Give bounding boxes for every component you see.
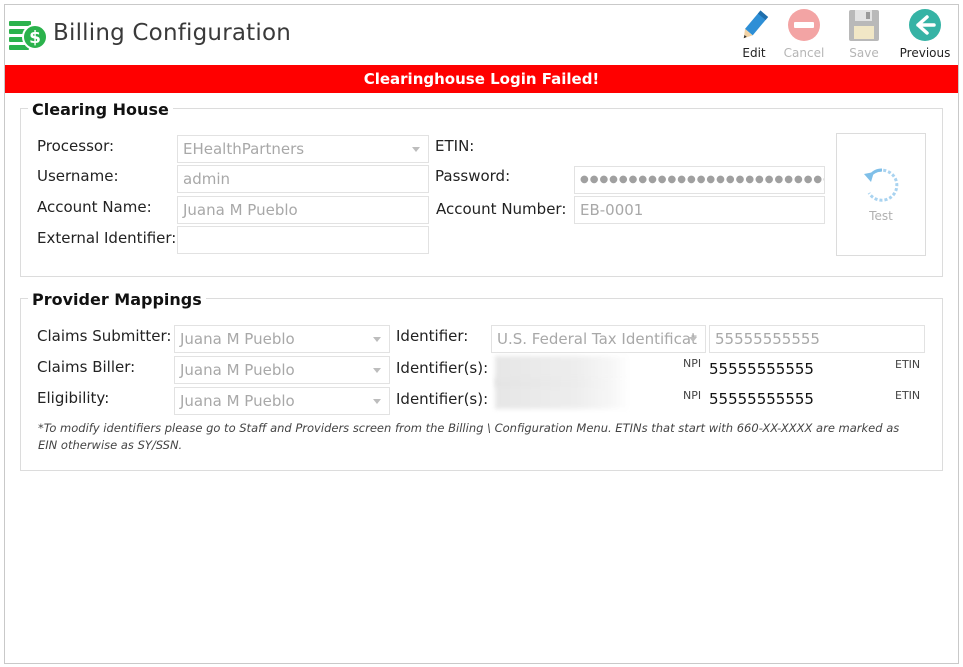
- account-number-field[interactable]: EB-0001: [574, 196, 825, 224]
- eligibility-label: Eligibility:: [37, 389, 110, 407]
- eligibility-npi-value: 55555555555: [709, 390, 814, 408]
- edit-button[interactable]: Edit: [726, 8, 782, 64]
- username-label: Username:: [37, 167, 119, 185]
- biller-identifiers-label: Identifier(s):: [396, 359, 489, 377]
- identifier-label: Identifier:: [396, 327, 469, 345]
- previous-label: Previous: [899, 46, 951, 60]
- edit-label: Edit: [742, 46, 766, 60]
- external-identifier-field[interactable]: [177, 226, 429, 254]
- claims-biller-label: Claims Biller:: [37, 358, 136, 376]
- eligibility-etin-label: ETIN: [895, 389, 921, 402]
- provider-mappings-title: Provider Mappings: [28, 290, 206, 309]
- money-stack-icon: $: [9, 21, 48, 50]
- claims-biller-select[interactable]: Juana M Pueblo: [174, 356, 390, 384]
- external-identifier-label: External Identifier:: [37, 229, 177, 247]
- biller-npi-label: NPI: [683, 357, 702, 370]
- claims-submitter-label: Claims Submitter:: [37, 327, 172, 345]
- floppy-disk-icon: [849, 10, 879, 41]
- error-banner: Clearinghouse Login Failed!: [5, 65, 958, 93]
- eligibility-npi-label: NPI: [683, 389, 702, 402]
- test-button[interactable]: Test: [836, 133, 926, 256]
- account-name-field[interactable]: Juana M Pueblo: [177, 196, 429, 224]
- claims-submitter-select[interactable]: Juana M Pueblo: [174, 325, 390, 353]
- save-label: Save: [849, 46, 879, 60]
- eligibility-identifiers-label: Identifier(s):: [396, 390, 489, 408]
- identifiers-note: *To modify identifiers please go to Staf…: [38, 421, 900, 452]
- redacted-area: [495, 378, 630, 409]
- password-field[interactable]: ●●●●●●●●●●●●●●●●●●●●●●●●●●●: [574, 166, 825, 194]
- identifier-type-select[interactable]: U.S. Federal Tax Identificat: [491, 325, 706, 353]
- arrow-left-icon: [909, 9, 941, 41]
- processor-label: Processor:: [37, 137, 115, 155]
- page-title: Billing Configuration: [53, 20, 292, 46]
- username-field[interactable]: admin: [177, 165, 429, 193]
- previous-button[interactable]: Previous: [897, 8, 953, 64]
- eligibility-select[interactable]: Juana M Pueblo: [174, 387, 390, 415]
- identifier-value-field[interactable]: 55555555555: [709, 325, 925, 353]
- clearing-house-title: Clearing House: [28, 100, 173, 119]
- save-button[interactable]: Save: [836, 8, 892, 64]
- test-label: Test: [869, 209, 893, 223]
- password-label: Password:: [435, 167, 511, 185]
- biller-etin-label: ETIN: [895, 358, 921, 371]
- account-number-label: Account Number:: [436, 200, 567, 218]
- svg-text:$: $: [29, 28, 41, 48]
- cancel-button[interactable]: Cancel: [776, 8, 832, 64]
- cancel-label: Cancel: [783, 46, 825, 60]
- biller-npi-value: 55555555555: [709, 360, 814, 378]
- etin-label: ETIN:: [435, 137, 475, 155]
- cancel-icon: [788, 9, 820, 41]
- processor-select[interactable]: EHealthPartners: [177, 135, 429, 163]
- account-name-label: Account Name:: [37, 198, 152, 216]
- pencil-icon: [743, 10, 769, 39]
- refresh-icon: [864, 168, 899, 202]
